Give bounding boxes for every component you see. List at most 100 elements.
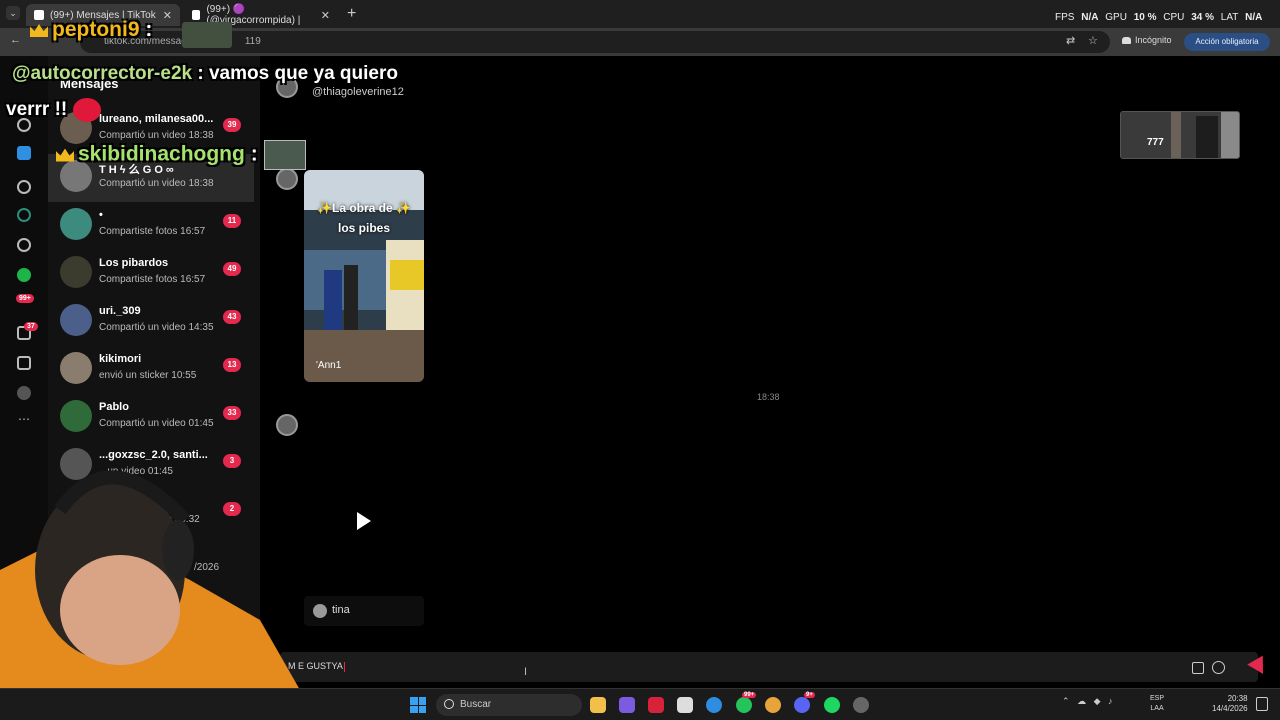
shared-by-name: tina [332,604,350,616]
video-caption: ✨La obra de ✨ los pibes [312,198,416,238]
notifications-badge: 99+ [16,294,34,303]
unread-badge: 49 [223,262,241,276]
image-upload-icon[interactable] [1192,662,1204,674]
viewer-widget-background [1121,112,1239,158]
conversation-preview: Compartió un video 01:45 [99,418,214,429]
language-line: LAA [1150,705,1164,712]
unread-badge: 11 [223,214,241,228]
more-icon[interactable]: ⋯ [18,412,30,426]
crown-icon [56,148,74,162]
unread-badge: 33 [223,406,241,420]
lat-label: LAT [1220,12,1239,23]
conversation-item[interactable]: Pablo Compartió un video 01:45 33 [48,394,254,442]
windows-start-icon[interactable] [410,697,426,713]
url-text-tail: 119 [244,36,261,47]
url-bar[interactable]: tiktok.com/messag 119 [80,31,1110,53]
performance-overlay: FPS N/A GPU 10 % CPU 34 % LAT N/A [1055,12,1266,23]
shared-by-chip[interactable]: tina [304,596,424,626]
incognito-indicator[interactable]: Incógnito [1122,35,1172,45]
back-icon[interactable]: ← [10,34,21,46]
close-tab-icon[interactable]: ✕ [321,9,330,22]
stream-chat-line: peptoni9 : [30,18,152,42]
spotify-icon[interactable] [824,697,840,713]
unread-badge: 13 [223,358,241,372]
gpu-label: GPU [1105,12,1127,23]
chat-message: : [145,18,153,41]
file-explorer-icon[interactable] [590,697,606,713]
whatsapp-icon[interactable] [736,697,752,713]
chat-username: skibidinachogng [78,142,245,166]
conversation-item[interactable]: kikimori envió un sticker 10:55 13 [48,346,254,394]
incognito-icon [1122,37,1131,45]
avatar [60,304,92,336]
taskbar-search[interactable]: Buscar [436,694,582,716]
chat-username: peptoni9 [52,18,140,41]
language-line: ESP [1150,695,1165,702]
profile-icon[interactable] [17,268,31,282]
shared-video-card[interactable]: ✨La obra de ✨ los pibes 'Ann1 [304,170,424,382]
input-language[interactable]: ESP LAA [1150,694,1164,714]
store-icon[interactable] [677,697,693,713]
video-tag: 'Ann1 [316,360,342,371]
live-icon[interactable] [17,208,31,222]
crown-icon [30,23,48,37]
explore-icon[interactable] [17,180,31,194]
chrome-profile-icon[interactable] [765,697,781,713]
conversation-name: lureano, milanesa00... [99,113,214,125]
new-tab-button[interactable]: + [347,5,356,23]
avatar-icon[interactable] [17,386,31,400]
chat-message: verrr !! [6,99,68,121]
play-icon[interactable] [357,512,371,530]
cpu-value: 34 % [1191,12,1214,23]
conversation-name: • [99,209,103,221]
conversation-item[interactable]: Los pibardos Compartiste fotos 16:57 49 [48,250,254,298]
conversation-item[interactable]: uri._309 Compartió un video 14:35 43 [48,298,254,346]
incognito-label: Incógnito [1135,35,1172,45]
avatar [60,208,92,240]
fps-value: N/A [1081,12,1099,23]
microphone-icon[interactable]: ♪ [1108,696,1113,706]
chat-partner-handle[interactable]: @thiagoleverine12 [312,86,404,98]
gpu-value: 10 % [1133,12,1157,23]
conversation-name: kikimori [99,353,142,365]
office-icon[interactable] [619,697,635,713]
discord-icon[interactable] [794,697,810,713]
upload-icon[interactable] [17,356,31,370]
conversation-preview: Compartiste fotos 16:57 [99,226,206,237]
emote-icon [73,98,102,122]
wps-icon[interactable] [648,697,664,713]
conversation-preview: Compartió un video 14:35 [99,322,214,333]
tab-search-menu-button[interactable]: ⌄ [6,6,20,20]
following-icon[interactable] [17,238,31,252]
network-icon[interactable]: ◆ [1094,696,1101,706]
chrome-icon[interactable] [706,697,722,713]
message-avatar [276,414,298,436]
tiktok-favicon-icon [192,10,201,20]
bookmark-star-icon[interactable]: ☆ [1088,34,1098,47]
fps-label: FPS [1055,12,1075,23]
app-icon[interactable] [853,697,869,713]
onedrive-icon[interactable]: ☁ [1077,696,1086,706]
close-tab-icon[interactable]: ✕ [163,9,172,22]
chat-message: : [250,142,258,166]
emoji-icon[interactable] [1212,661,1225,674]
clock-time: 20:38 [1227,694,1248,703]
message-input[interactable]: M E GUSTYA [280,652,1258,682]
conversation-name: Los pibardos [99,257,169,269]
discord-badge: 9+ [804,692,815,698]
message-avatar [276,168,298,190]
messages-badge: 37 [24,322,38,331]
action-required-button[interactable]: Acción obligatoria [1184,33,1270,51]
translate-icon[interactable]: ⇄ [1066,34,1075,47]
system-tray[interactable]: ⌃ ☁ ◆ ♪ [1062,696,1113,707]
viewer-count: 777 [1147,137,1164,148]
conversation-item[interactable]: • Compartiste fotos 16:57 11 [48,202,254,250]
home-icon[interactable] [17,146,31,160]
conversation-preview: Compartió un video 18:38 [99,178,214,189]
chevron-up-icon[interactable]: ⌃ [1062,696,1070,706]
stream-chat-line: skibidinachogng : [56,140,306,170]
notifications-icon[interactable] [1256,697,1268,711]
lat-value: N/A [1245,12,1263,23]
search-icon [444,699,454,709]
system-clock[interactable]: 20:38 14/4/2026 [1212,694,1248,714]
